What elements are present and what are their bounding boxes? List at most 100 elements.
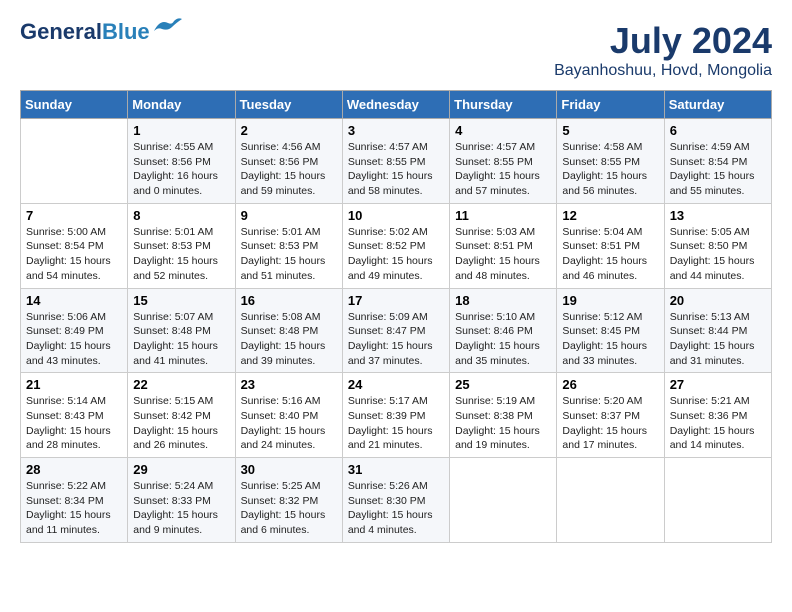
cell-content: Sunrise: 5:19 AMSunset: 8:38 PMDaylight:… (455, 394, 551, 453)
day-number: 25 (455, 377, 551, 392)
calendar-cell: 11Sunrise: 5:03 AMSunset: 8:51 PMDayligh… (450, 203, 557, 288)
calendar-cell (664, 458, 771, 543)
weekday-header-friday: Friday (557, 91, 664, 119)
calendar-week-3: 14 Sunrise: 5:06 AMSunset: 8:49 PMDayligh… (21, 288, 772, 373)
cell-content: Sunrise: 5:07 AMSunset: 8:48 PMDaylight:… (133, 310, 229, 369)
day-number: 19 (562, 293, 658, 308)
title-section: July 2024 Bayanhoshuu, Hovd, Mongolia (554, 20, 772, 80)
cell-content: Sunrise: 4:57 AMSunset: 8:55 PMDaylight:… (348, 140, 444, 199)
calendar-cell: 30 Sunrise: 5:25 AMSunset: 8:32 PMDayligh… (235, 458, 342, 543)
day-number: 2 (241, 123, 337, 138)
day-number: 26 (562, 377, 658, 392)
cell-content: Sunrise: 4:55 AMSunset: 8:56 PMDaylight:… (133, 140, 229, 199)
calendar-cell: 29 Sunrise: 5:24 AMSunset: 8:33 PMDayligh… (128, 458, 235, 543)
calendar-week-4: 21 Sunrise: 5:14 AMSunset: 8:43 PMDayligh… (21, 373, 772, 458)
logo: GeneralBlue (20, 20, 182, 44)
day-number: 23 (241, 377, 337, 392)
calendar-cell: 26 Sunrise: 5:20 AMSunset: 8:37 PMDayligh… (557, 373, 664, 458)
calendar-cell (450, 458, 557, 543)
day-number: 24 (348, 377, 444, 392)
calendar-week-1: 1 Sunrise: 4:55 AMSunset: 8:56 PMDaylight… (21, 119, 772, 204)
weekday-header-monday: Monday (128, 91, 235, 119)
calendar-cell: 24 Sunrise: 5:17 AMSunset: 8:39 PMDayligh… (342, 373, 449, 458)
day-number: 31 (348, 462, 444, 477)
day-number: 30 (241, 462, 337, 477)
day-number: 10 (348, 208, 444, 223)
weekday-header-sunday: Sunday (21, 91, 128, 119)
calendar-cell: 6 Sunrise: 4:59 AMSunset: 8:54 PMDaylight… (664, 119, 771, 204)
day-number: 21 (26, 377, 122, 392)
day-number: 9 (241, 208, 337, 223)
calendar-cell: 10 Sunrise: 5:02 AMSunset: 8:52 PMDayligh… (342, 203, 449, 288)
month-title: July 2024 (554, 20, 772, 62)
day-number: 8 (133, 208, 229, 223)
day-number: 29 (133, 462, 229, 477)
weekday-header-thursday: Thursday (450, 91, 557, 119)
cell-content: Sunrise: 5:16 AMSunset: 8:40 PMDaylight:… (241, 394, 337, 453)
calendar-cell: 22 Sunrise: 5:15 AMSunset: 8:42 PMDayligh… (128, 373, 235, 458)
calendar-cell: 16 Sunrise: 5:08 AMSunset: 8:48 PMDayligh… (235, 288, 342, 373)
cell-content: Sunrise: 5:09 AMSunset: 8:47 PMDaylight:… (348, 310, 444, 369)
cell-content: Sunrise: 5:20 AMSunset: 8:37 PMDaylight:… (562, 394, 658, 453)
cell-content: Sunrise: 5:14 AMSunset: 8:43 PMDaylight:… (26, 394, 122, 453)
day-number: 16 (241, 293, 337, 308)
weekday-header-tuesday: Tuesday (235, 91, 342, 119)
day-number: 5 (562, 123, 658, 138)
cell-content: Sunrise: 5:08 AMSunset: 8:48 PMDaylight:… (241, 310, 337, 369)
day-number: 22 (133, 377, 229, 392)
cell-content: Sunrise: 5:12 AMSunset: 8:45 PMDaylight:… (562, 310, 658, 369)
location-title: Bayanhoshuu, Hovd, Mongolia (554, 62, 772, 80)
calendar-cell: 8Sunrise: 5:01 AMSunset: 8:53 PMDaylight… (128, 203, 235, 288)
calendar-body: 1 Sunrise: 4:55 AMSunset: 8:56 PMDaylight… (21, 119, 772, 543)
day-number: 6 (670, 123, 766, 138)
cell-content: Sunrise: 5:25 AMSunset: 8:32 PMDaylight:… (241, 479, 337, 538)
cell-content: Sunrise: 5:01 AMSunset: 8:53 PMDaylight:… (241, 225, 337, 284)
calendar-table: SundayMondayTuesdayWednesdayThursdayFrid… (20, 90, 772, 543)
day-number: 14 (26, 293, 122, 308)
calendar-cell: 13Sunrise: 5:05 AMSunset: 8:50 PMDayligh… (664, 203, 771, 288)
calendar-cell: 15Sunrise: 5:07 AMSunset: 8:48 PMDayligh… (128, 288, 235, 373)
calendar-cell: 9 Sunrise: 5:01 AMSunset: 8:53 PMDaylight… (235, 203, 342, 288)
calendar-cell: 17Sunrise: 5:09 AMSunset: 8:47 PMDayligh… (342, 288, 449, 373)
calendar-cell: 27Sunrise: 5:21 AMSunset: 8:36 PMDayligh… (664, 373, 771, 458)
cell-content: Sunrise: 5:24 AMSunset: 8:33 PMDaylight:… (133, 479, 229, 538)
page-header: GeneralBlue July 2024 Bayanhoshuu, Hovd,… (20, 20, 772, 80)
calendar-cell: 5 Sunrise: 4:58 AMSunset: 8:55 PMDaylight… (557, 119, 664, 204)
day-number: 7 (26, 208, 122, 223)
cell-content: Sunrise: 4:59 AMSunset: 8:54 PMDaylight:… (670, 140, 766, 199)
calendar-week-5: 28Sunrise: 5:22 AMSunset: 8:34 PMDayligh… (21, 458, 772, 543)
calendar-cell: 12Sunrise: 5:04 AMSunset: 8:51 PMDayligh… (557, 203, 664, 288)
day-number: 1 (133, 123, 229, 138)
calendar-header: SundayMondayTuesdayWednesdayThursdayFrid… (21, 91, 772, 119)
logo-bird-icon (152, 17, 182, 39)
cell-content: Sunrise: 5:04 AMSunset: 8:51 PMDaylight:… (562, 225, 658, 284)
weekday-header-saturday: Saturday (664, 91, 771, 119)
cell-content: Sunrise: 5:26 AMSunset: 8:30 PMDaylight:… (348, 479, 444, 538)
day-number: 18 (455, 293, 551, 308)
cell-content: Sunrise: 5:05 AMSunset: 8:50 PMDaylight:… (670, 225, 766, 284)
calendar-week-2: 7 Sunrise: 5:00 AMSunset: 8:54 PMDaylight… (21, 203, 772, 288)
calendar-cell (557, 458, 664, 543)
cell-content: Sunrise: 4:58 AMSunset: 8:55 PMDaylight:… (562, 140, 658, 199)
cell-content: Sunrise: 5:17 AMSunset: 8:39 PMDaylight:… (348, 394, 444, 453)
cell-content: Sunrise: 5:15 AMSunset: 8:42 PMDaylight:… (133, 394, 229, 453)
calendar-cell: 23 Sunrise: 5:16 AMSunset: 8:40 PMDayligh… (235, 373, 342, 458)
cell-content: Sunrise: 5:00 AMSunset: 8:54 PMDaylight:… (26, 225, 122, 284)
day-number: 11 (455, 208, 551, 223)
logo-blue: Blue (102, 19, 150, 44)
cell-content: Sunrise: 5:06 AMSunset: 8:49 PMDaylight:… (26, 310, 122, 369)
calendar-cell: 25 Sunrise: 5:19 AMSunset: 8:38 PMDayligh… (450, 373, 557, 458)
calendar-cell: 21 Sunrise: 5:14 AMSunset: 8:43 PMDayligh… (21, 373, 128, 458)
calendar-cell: 28Sunrise: 5:22 AMSunset: 8:34 PMDayligh… (21, 458, 128, 543)
cell-content: Sunrise: 5:13 AMSunset: 8:44 PMDaylight:… (670, 310, 766, 369)
calendar-cell: 2 Sunrise: 4:56 AMSunset: 8:56 PMDaylight… (235, 119, 342, 204)
day-number: 4 (455, 123, 551, 138)
cell-content: Sunrise: 5:21 AMSunset: 8:36 PMDaylight:… (670, 394, 766, 453)
calendar-cell: 20Sunrise: 5:13 AMSunset: 8:44 PMDayligh… (664, 288, 771, 373)
cell-content: Sunrise: 5:02 AMSunset: 8:52 PMDaylight:… (348, 225, 444, 284)
calendar-cell: 1 Sunrise: 4:55 AMSunset: 8:56 PMDaylight… (128, 119, 235, 204)
calendar-cell: 7 Sunrise: 5:00 AMSunset: 8:54 PMDaylight… (21, 203, 128, 288)
day-number: 28 (26, 462, 122, 477)
cell-content: Sunrise: 4:56 AMSunset: 8:56 PMDaylight:… (241, 140, 337, 199)
calendar-cell: 14 Sunrise: 5:06 AMSunset: 8:49 PMDayligh… (21, 288, 128, 373)
